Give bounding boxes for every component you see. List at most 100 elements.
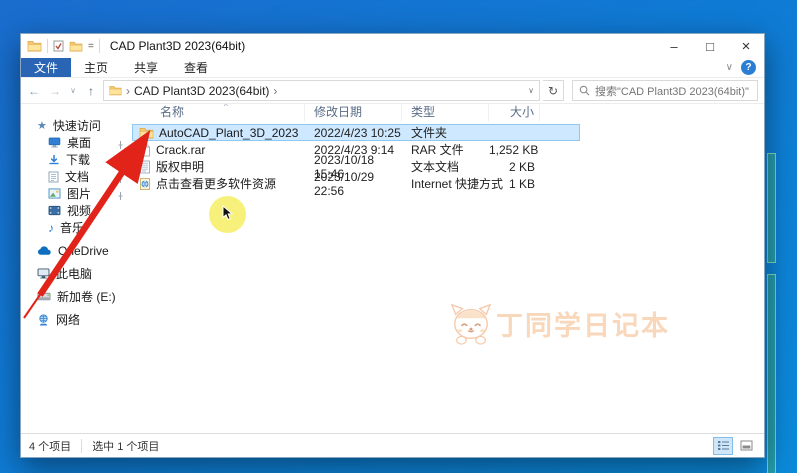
large-icons-view-icon [740, 440, 753, 451]
file-row-more-software-link[interactable]: 点击查看更多软件资源 2023/10/29 22:56 Internet 快捷方… [132, 175, 764, 192]
background-window-edge [767, 274, 776, 473]
column-header-name[interactable]: 名称 [132, 104, 305, 122]
help-icon[interactable]: ? [741, 60, 756, 75]
sidebar-item-network[interactable]: 网络 [21, 311, 132, 328]
sidebar-item-videos[interactable]: 视频 [21, 202, 132, 219]
address-bar: ← → ∨ ↑ › CAD Plant3D 2023(64bit) › ∨ ↻ … [21, 78, 764, 104]
file-size: 2 KB [489, 160, 540, 174]
search-icon [579, 85, 590, 96]
sidebar-item-music[interactable]: ♪ 音乐 [21, 219, 132, 236]
forward-button[interactable]: → [46, 84, 64, 98]
address-dropdown-icon[interactable]: ∨ [528, 86, 534, 95]
tab-share[interactable]: 共享 [121, 58, 171, 77]
drive-icon [37, 292, 51, 301]
column-header-type[interactable]: 类型 [402, 104, 489, 122]
file-type: 文件夹 [402, 124, 489, 141]
puppy-icon [448, 301, 494, 345]
up-button[interactable]: ↑ [82, 84, 100, 98]
background-window-edge [767, 153, 776, 263]
divider [47, 39, 48, 53]
navigation-pane: ★ 快速访问 桌面 下载 文档 [21, 104, 132, 433]
divider [99, 39, 100, 53]
selected-count: 选中 1 个项目 [92, 438, 159, 454]
breadcrumb-separator: › [126, 84, 130, 98]
breadcrumb-folder[interactable]: CAD Plant3D 2023(64bit) [134, 84, 269, 98]
column-header-date[interactable]: 修改日期 [305, 104, 402, 122]
breadcrumb-separator[interactable]: › [273, 84, 277, 98]
file-type: RAR 文件 [402, 141, 489, 158]
pin-icon [117, 189, 124, 203]
download-icon [48, 154, 60, 166]
title-bar: = CAD Plant3D 2023(64bit) – □ × [21, 34, 764, 58]
details-view-icon [717, 440, 730, 451]
onedrive-cloud-icon [37, 246, 52, 256]
watermark: 丁同学日记本 [448, 301, 670, 345]
document-icon [48, 171, 59, 183]
file-row-copyright-notice[interactable]: 版权申明 2023/10/18 15:46 文本文档 2 KB [132, 158, 764, 175]
explorer-folder-icon [27, 40, 42, 52]
file-size: 1 KB [489, 177, 540, 191]
window-title: CAD Plant3D 2023(64bit) [110, 39, 656, 53]
file-row-autocad-plant-3d-2023[interactable]: AutoCAD_Plant_3D_2023 2022/4/23 10:25 文件… [132, 124, 580, 141]
file-name: Crack.rar [156, 143, 205, 157]
tab-home[interactable]: 主页 [71, 58, 121, 77]
sidebar-item-downloads[interactable]: 下载 [21, 151, 132, 168]
pin-icon [117, 155, 124, 169]
sidebar-item-this-pc[interactable]: 此电脑 [21, 265, 132, 282]
ribbon-tab-bar: 文件 主页 共享 查看 ∨ ? [21, 58, 764, 78]
watermark-text: 丁同学日记本 [496, 304, 670, 343]
qat-customize-dropdown[interactable]: = [88, 41, 94, 52]
text-file-icon [139, 160, 151, 174]
rar-file-icon [139, 143, 151, 157]
explorer-window: = CAD Plant3D 2023(64bit) – □ × 文件 主页 共享… [20, 33, 765, 458]
ribbon-collapse-icon[interactable]: ∨ [726, 62, 733, 73]
file-list-pane: ^ 名称 修改日期 类型 大小 AutoCAD_Plant_3D_2023 20… [132, 104, 764, 433]
large-icons-view-button[interactable] [736, 437, 756, 455]
pin-icon [117, 172, 124, 186]
pin-icon [117, 138, 124, 152]
details-view-button[interactable] [713, 437, 733, 455]
properties-icon[interactable] [53, 40, 64, 52]
internet-shortcut-icon [139, 177, 151, 191]
breadcrumb-folder-icon [109, 85, 122, 96]
tab-view[interactable]: 查看 [171, 58, 221, 77]
column-headers: ^ 名称 修改日期 类型 大小 [132, 104, 764, 122]
file-row-crack-rar[interactable]: Crack.rar 2022/4/23 9:14 RAR 文件 1,252 KB [132, 141, 764, 158]
search-input[interactable]: 搜索"CAD Plant3D 2023(64bit)" [572, 80, 758, 101]
file-date: 2022/4/23 10:25 [305, 126, 402, 140]
video-icon [48, 205, 61, 216]
file-type: 文本文档 [402, 158, 489, 175]
refresh-button[interactable]: ↻ [543, 80, 564, 101]
sidebar-item-desktop[interactable]: 桌面 [21, 134, 132, 151]
tab-file[interactable]: 文件 [21, 58, 71, 77]
back-button[interactable]: ← [25, 84, 43, 98]
item-count: 4 个项目 [29, 438, 71, 454]
file-size: 1,252 KB [489, 143, 540, 157]
column-header-size[interactable]: 大小 [489, 104, 540, 122]
status-bar: 4 个项目 选中 1 个项目 [21, 433, 764, 457]
close-button[interactable]: × [728, 34, 764, 58]
history-dropdown-icon[interactable]: ∨ [67, 86, 79, 95]
folder-icon [139, 127, 154, 139]
file-date: 2023/10/29 22:56 [305, 170, 402, 198]
file-type: Internet 快捷方式 [402, 175, 489, 192]
quick-access-toolbar: = [21, 34, 106, 58]
window-controls: – □ × [656, 34, 764, 58]
address-input[interactable]: › CAD Plant3D 2023(64bit) › ∨ [103, 80, 540, 101]
new-folder-icon[interactable] [69, 41, 83, 52]
sidebar-item-quick-access[interactable]: ★ 快速访问 [21, 117, 132, 134]
minimize-button[interactable]: – [656, 34, 692, 58]
file-rows: AutoCAD_Plant_3D_2023 2022/4/23 10:25 文件… [132, 124, 764, 192]
pictures-icon [48, 188, 61, 199]
sidebar-item-documents[interactable]: 文档 [21, 168, 132, 185]
computer-icon [37, 268, 50, 279]
sidebar-item-pictures[interactable]: 图片 [21, 185, 132, 202]
star-icon: ★ [37, 119, 47, 132]
sidebar-item-new-volume-e[interactable]: 新加卷 (E:) [21, 288, 132, 305]
file-name: 版权申明 [156, 158, 204, 175]
search-text: 搜索"CAD Plant3D 2023(64bit)" [595, 83, 749, 99]
sidebar-item-onedrive[interactable]: OneDrive [21, 242, 132, 259]
maximize-button[interactable]: □ [692, 34, 728, 58]
file-name: 点击查看更多软件资源 [156, 175, 276, 192]
desktop-background: = CAD Plant3D 2023(64bit) – □ × 文件 主页 共享… [0, 0, 797, 473]
